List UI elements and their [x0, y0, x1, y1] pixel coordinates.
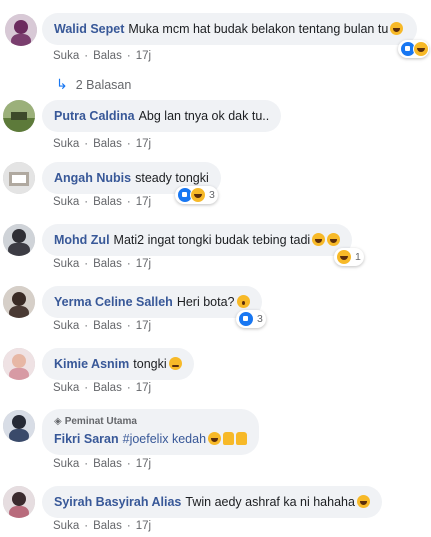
surprised-emoji-icon: [236, 295, 250, 308]
comment-actions: Suka · Balas · 17j: [53, 138, 152, 150]
reaction-count: 3: [209, 189, 215, 201]
timestamp[interactable]: 17j: [136, 458, 151, 470]
timestamp[interactable]: 17j: [136, 196, 151, 208]
timestamp[interactable]: 17j: [136, 50, 151, 62]
comment-bubble: Walid Sepet Muka mcm hat budak belakon te…: [42, 13, 418, 45]
avatar[interactable]: [5, 14, 37, 46]
reply-link[interactable]: Balas: [93, 320, 122, 332]
reply-link[interactable]: Balas: [93, 520, 122, 532]
comment-text: Abg lan tnya ok dak tu..: [138, 109, 270, 123]
comment-text: Twin aedy ashraf ka ni hahaha: [185, 495, 355, 509]
view-replies-link[interactable]: ↳ 2 Balasan: [56, 76, 131, 93]
diamond-icon: ◈: [54, 416, 62, 427]
timestamp[interactable]: 17j: [136, 138, 151, 150]
reply-link[interactable]: Balas: [93, 196, 122, 208]
reaction-count: 1: [355, 251, 361, 263]
laughing-emoji-icon: [312, 233, 326, 246]
laughing-emoji-icon: [208, 432, 222, 445]
thumbs-up-emoji-icon: [223, 432, 235, 445]
laughing-emoji-icon: [327, 233, 341, 246]
replies-count-label[interactable]: 2 Balasan: [76, 78, 132, 92]
haha-reaction-icon: [336, 249, 352, 265]
timestamp[interactable]: 17j: [136, 320, 151, 332]
comment-bubble: Mohd Zul Mati2 ingat tongki budak tebing …: [42, 224, 353, 256]
haha-reaction-icon: [190, 187, 206, 203]
avatar[interactable]: [3, 224, 35, 256]
reaction-count: 3: [257, 313, 263, 325]
comment-actions: Suka · Balas · 17j: [53, 258, 152, 270]
haha-reaction-icon: [413, 41, 429, 57]
avatar[interactable]: [3, 100, 35, 132]
comment-text: tongki: [133, 357, 167, 371]
avatar[interactable]: [3, 162, 35, 194]
avatar-image: [5, 14, 37, 46]
comment-bubble: ◈ Peminat Utama Fikri Saran #joefelix keda…: [42, 409, 260, 455]
avatar-image: [3, 348, 35, 380]
badge-label: Peminat Utama: [64, 416, 137, 427]
commenter-name[interactable]: Mohd Zul: [54, 233, 110, 247]
avatar-image: [3, 486, 35, 518]
reply-link[interactable]: Balas: [93, 458, 122, 470]
timestamp[interactable]: 17j: [136, 258, 151, 270]
avatar-image: [3, 286, 35, 318]
comment-text: Mati2 ingat tongki budak tebing tadi: [113, 233, 311, 247]
comment-bubble: Putra Caldina Abg lan tnya ok dak tu..: [42, 100, 282, 132]
comment-actions: Suka · Balas · 17j: [53, 520, 152, 532]
comment-bubble: Kimie Asnim tongki: [42, 348, 194, 380]
like-link[interactable]: Suka: [53, 382, 79, 394]
like-reaction-icon: [238, 311, 254, 327]
avatar-image: [3, 100, 35, 132]
reply-arrow-icon: ↳: [56, 76, 68, 92]
like-link[interactable]: Suka: [53, 458, 79, 470]
comment-actions: Suka · Balas · 17j: [53, 382, 152, 394]
reaction-summary[interactable]: 3: [236, 310, 266, 328]
commenter-name[interactable]: Syirah Basyirah Alias: [54, 495, 181, 509]
avatar[interactable]: [3, 410, 35, 442]
like-link[interactable]: Suka: [53, 138, 79, 150]
thumbs-up-emoji-icon: [236, 432, 248, 445]
like-link[interactable]: Suka: [53, 320, 79, 332]
commenter-name[interactable]: Angah Nubis: [54, 171, 131, 185]
like-link[interactable]: Suka: [53, 50, 79, 62]
reaction-summary[interactable]: 3: [175, 186, 218, 204]
reply-link[interactable]: Balas: [93, 138, 122, 150]
commenter-name[interactable]: Fikri Saran: [54, 432, 119, 446]
like-link[interactable]: Suka: [53, 196, 79, 208]
reply-link[interactable]: Balas: [93, 50, 122, 62]
comment-actions: Suka · Balas · 17j: [53, 458, 152, 470]
blushing-emoji-icon: [168, 357, 182, 370]
timestamp[interactable]: 17j: [136, 520, 151, 532]
comment-bubble: Syirah Basyirah Alias Twin aedy ashraf ka…: [42, 486, 382, 518]
top-fan-badge[interactable]: ◈ Peminat Utama: [54, 414, 247, 430]
avatar[interactable]: [3, 286, 35, 318]
commenter-name[interactable]: Kimie Asnim: [54, 357, 129, 371]
like-link[interactable]: Suka: [53, 520, 79, 532]
avatar[interactable]: [3, 348, 35, 380]
commenter-name[interactable]: Yerma Celine Salleh: [54, 295, 173, 309]
comment-text: Muka mcm hat budak belakon tentang bulan…: [128, 22, 389, 36]
commenter-name[interactable]: Walid Sepet: [54, 22, 124, 36]
reaction-summary[interactable]: [398, 40, 429, 58]
laughing-emoji-icon: [356, 495, 370, 508]
comment-text[interactable]: #joefelix kedah: [123, 432, 206, 446]
avatar[interactable]: [3, 486, 35, 518]
avatar-image: [3, 224, 35, 256]
laughing-emoji-icon: [390, 22, 404, 35]
comment-actions: Suka · Balas · 17j: [53, 50, 152, 62]
commenter-name[interactable]: Putra Caldina: [54, 109, 135, 123]
comment-bubble: Yerma Celine Salleh Heri bota?: [42, 286, 262, 318]
comment-text: Heri bota?: [176, 295, 235, 309]
reply-link[interactable]: Balas: [93, 258, 122, 270]
comment-actions: Suka · Balas · 17j: [53, 196, 152, 208]
reaction-summary[interactable]: 1: [334, 248, 364, 266]
like-link[interactable]: Suka: [53, 258, 79, 270]
avatar-image: [3, 410, 35, 442]
comment-text: steady tongki: [135, 171, 209, 185]
comment-actions: Suka · Balas · 17j: [53, 320, 152, 332]
timestamp[interactable]: 17j: [136, 382, 151, 394]
avatar-image: [3, 162, 35, 194]
reply-link[interactable]: Balas: [93, 382, 122, 394]
